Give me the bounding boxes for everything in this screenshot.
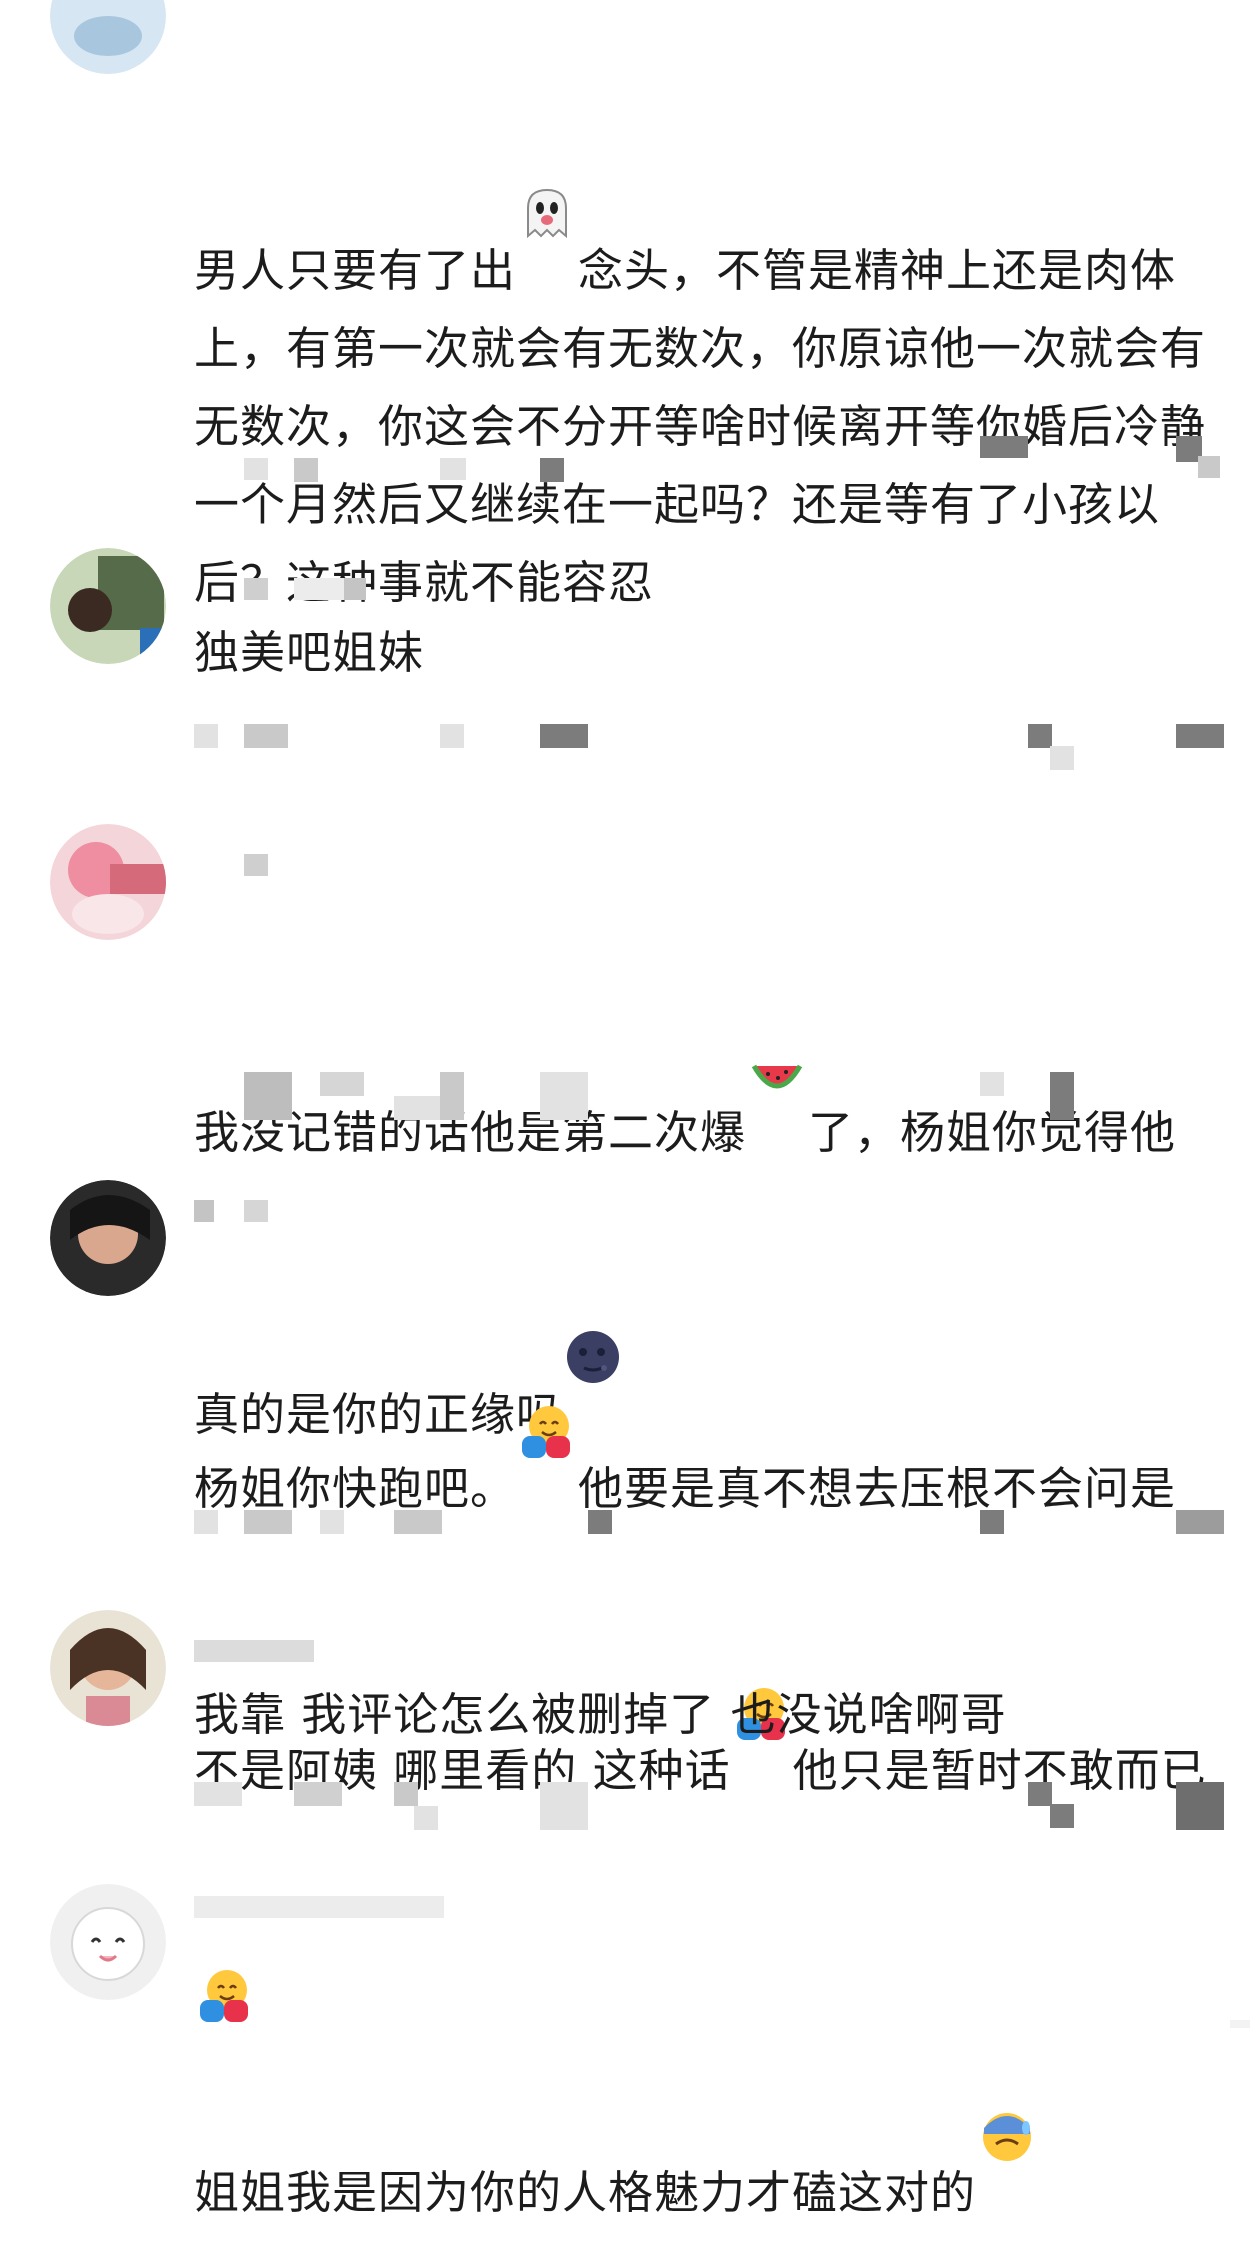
repost-button[interactable] [320, 1510, 344, 1534]
comment-item: 男人只要有了出 念头，不管是精神上还是肉体上，有第一次就会有无数次，你原谅他一次… [0, 0, 1260, 609]
comment-text: 男人只要有了出 念头，不管是精神上还是肉体上，有第一次就会有无数次，你原谅他一次… [194, 28, 1214, 622]
more-button[interactable] [1028, 724, 1052, 748]
comment-actions [194, 1072, 1224, 1132]
comment-text-segment: 杨姐你快跑吧。 [194, 1462, 517, 1515]
reply-button[interactable] [194, 724, 218, 748]
hugging-face-emoji-icon [518, 1246, 576, 1458]
reply-button[interactable] [244, 1072, 292, 1120]
username[interactable] [194, 578, 394, 602]
comment-text-segment: 姐姐我是因为你的人格魅力才磕这对的 [194, 2166, 977, 2219]
more-button[interactable] [980, 436, 1028, 458]
watermelon-emoji-icon [748, 890, 806, 1089]
avatar[interactable] [50, 824, 166, 940]
repost-button[interactable] [440, 724, 464, 748]
comment-actions [194, 1510, 1224, 1570]
watermark [1230, 2020, 1250, 2028]
avatar[interactable] [50, 1180, 166, 1296]
comment-text: 姐姐我是因为你的人格魅力才磕这对的 [194, 1950, 1214, 2232]
username[interactable] [194, 854, 394, 878]
comment-actions [194, 724, 1224, 784]
comment-item: 我靠 我评论怎么被删掉了 也没说啥啊哥 [0, 1610, 1260, 1880]
like-button[interactable] [540, 724, 588, 748]
more-button[interactable] [1028, 1782, 1052, 1806]
avatar[interactable] [50, 1884, 166, 2000]
comment-item: 杨姐你快跑吧。 他要是真不想去压根不会问是不是阿姨 哪里看的 这种话 他只是暂时… [0, 1180, 1260, 2022]
comment-text: 独美吧姐妹 [194, 614, 1214, 692]
comment-text-segment: 我靠 我评论怎么被删掉了 也没说啥啊哥 [194, 1688, 1007, 1741]
username[interactable] [194, 1896, 454, 1920]
username[interactable] [194, 1200, 394, 1224]
thumb-icon[interactable] [1176, 1510, 1224, 1534]
reply-button[interactable] [194, 1510, 218, 1534]
more-button[interactable] [980, 1510, 1004, 1534]
comment-item: 独美吧姐妹 [0, 548, 1260, 788]
comment-text-segment: 独美吧姐妹 [194, 626, 425, 679]
comment-item: 姐姐我是因为你的人格魅力才磕这对的 [0, 1884, 1260, 2219]
like-button[interactable] [540, 458, 564, 482]
avatar[interactable] [50, 548, 166, 664]
avatar[interactable] [50, 0, 166, 74]
username[interactable] [194, 1640, 394, 1664]
more-button[interactable] [980, 1072, 1004, 1096]
ghost-emoji-icon [518, 28, 576, 239]
thumb-icon[interactable] [1050, 1072, 1074, 1120]
avatar[interactable] [50, 1610, 166, 1726]
comment-actions [194, 430, 1224, 490]
thumb-icon[interactable] [1176, 1782, 1224, 1830]
comment-item: 我没记错的话他是第二次爆 了，杨姐你觉得他真的是你的正缘吗 [0, 824, 1260, 1441]
reply-button[interactable] [194, 1782, 242, 1806]
like-button[interactable] [588, 1510, 612, 1534]
repost-button[interactable] [440, 458, 466, 480]
like-button[interactable] [540, 1072, 588, 1120]
thumb-icon[interactable] [1176, 724, 1224, 748]
comment-actions [194, 1782, 1224, 1842]
comment-text-segment: 男人只要有了出 [194, 244, 517, 297]
comment-text: 我靠 我评论怎么被删掉了 也没说啥啊哥 [194, 1676, 1214, 1754]
like-button[interactable] [540, 1782, 588, 1830]
reply-button[interactable] [244, 458, 268, 480]
sweat-face-emoji-icon [978, 1950, 1036, 2161]
repost-button[interactable] [394, 1782, 418, 1806]
repost-button[interactable] [394, 1096, 442, 1120]
